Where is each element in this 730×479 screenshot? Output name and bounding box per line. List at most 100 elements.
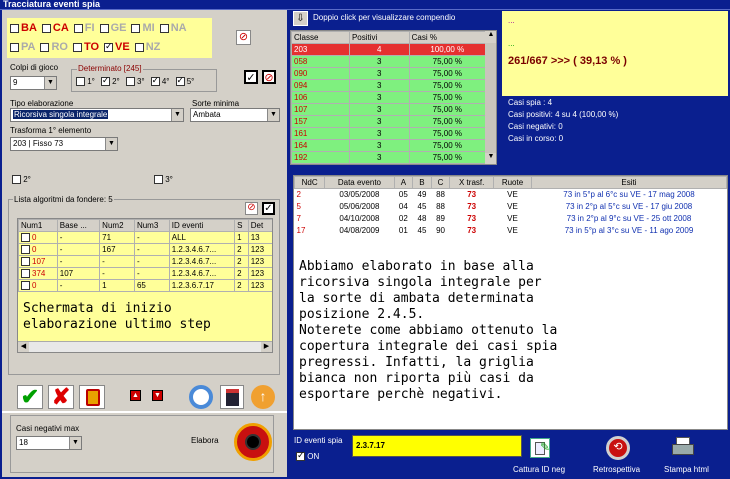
eventi-header[interactable]: Ruote — [493, 176, 532, 189]
retrospettiva-label[interactable]: Retrospettiva — [593, 465, 640, 474]
table-row[interactable]: 0 - 1 65 1.2.3.6.7.17 2 123 — [18, 279, 272, 292]
position-2[interactable]: 2° — [100, 75, 120, 87]
stampa-label[interactable]: Stampa html — [664, 465, 709, 474]
table-row[interactable]: 0 - 71 - ALL 1 13 — [18, 231, 272, 244]
position-checkbox[interactable] — [125, 77, 135, 87]
table-row[interactable]: 161 3 75,00 % — [291, 127, 487, 140]
ruota-checkbox[interactable] — [159, 24, 169, 34]
scroll-left-icon[interactable]: ◀ — [18, 342, 29, 352]
row-checkbox[interactable] — [21, 233, 30, 243]
ruota-ba[interactable]: BA — [10, 22, 37, 34]
table-row[interactable]: 058 3 75,00 % — [291, 55, 487, 68]
move-down-icon[interactable]: ▼ — [152, 390, 163, 401]
alg-header[interactable]: Num3 — [133, 219, 170, 232]
bin-icon[interactable] — [79, 385, 105, 409]
table-row[interactable]: 094 3 75,00 % — [291, 79, 487, 92]
alg-header[interactable]: S — [234, 219, 249, 232]
clear-ruote-icon[interactable]: ⊘ — [236, 30, 251, 45]
position-checkbox[interactable] — [100, 75, 110, 87]
table-row[interactable]: 17 04/08/2009 01 45 90 73 VE 73 in 5°p al 3°c s… — [295, 225, 727, 237]
table-row[interactable]: 107 3 75,00 % — [291, 103, 487, 116]
ruota-ro[interactable]: RO — [40, 41, 68, 53]
classe-header[interactable]: Classe — [291, 31, 350, 44]
ruota-checkbox[interactable] — [72, 43, 82, 53]
table-row[interactable]: 374 107 - - 1.2.3.4.6.7... 2 123 — [18, 267, 272, 280]
check-list-icon[interactable]: ✓ — [262, 202, 275, 215]
refresh-icon[interactable] — [189, 385, 213, 409]
ruota-checkbox[interactable] — [99, 24, 109, 34]
table-row[interactable]: 203 4 100,00 % — [291, 43, 487, 56]
ruota-ve[interactable]: VE — [104, 41, 130, 53]
tipo-select[interactable]: Ricorsiva singola integrale ▼ — [10, 108, 184, 122]
ruota-fi[interactable]: FI — [73, 22, 95, 34]
table-row[interactable]: 106 3 75,00 % — [291, 91, 487, 104]
id-eventi-input[interactable]: 2.3.7.17 — [352, 435, 522, 457]
eventi-header[interactable]: B — [412, 176, 432, 189]
eventi-header[interactable]: Data evento — [324, 176, 395, 189]
table-row[interactable]: 7 04/10/2008 02 48 89 73 VE 73 in 2°p al 9°c su… — [295, 213, 727, 225]
ruota-ge[interactable]: GE — [99, 22, 126, 34]
cattura-label[interactable]: Cattura ID neg — [513, 465, 565, 474]
scroll-down-icon[interactable]: ▼ — [485, 153, 496, 164]
position-checkbox[interactable] — [76, 77, 85, 87]
ruota-na[interactable]: NA — [159, 22, 187, 34]
ruota-checkbox[interactable] — [40, 43, 50, 53]
table-row[interactable]: 192 3 75,00 % — [291, 151, 487, 164]
eventi-header[interactable]: NdC — [294, 176, 326, 189]
table-row[interactable]: 5 05/06/2008 04 45 88 73 VE 73 in 2°p al 5°c su… — [295, 201, 727, 213]
chk-2[interactable]: 2° — [12, 175, 31, 185]
position-4[interactable]: 4° — [150, 75, 170, 87]
classe-scrollbar[interactable]: ▲ ▼ — [485, 31, 496, 164]
trasforma-select[interactable]: 203 | Fisso 73 ▼ — [10, 137, 118, 151]
classe-header[interactable]: Casi % — [408, 31, 487, 44]
colpi-select[interactable]: 9 ▼ — [10, 76, 57, 90]
eventi-header[interactable]: C — [430, 176, 451, 189]
alg-header[interactable]: Det — [247, 219, 272, 232]
elabora-button[interactable] — [234, 423, 272, 461]
ruota-checkbox[interactable] — [134, 43, 144, 53]
row-checkbox[interactable] — [21, 257, 30, 267]
ruota-checkbox[interactable] — [10, 24, 19, 34]
eventi-header[interactable]: X trasf. — [449, 176, 495, 189]
printer-icon[interactable] — [672, 437, 694, 457]
table-row[interactable]: 2 03/05/2008 05 49 88 73 VE 73 in 5°p al 6°c su… — [295, 189, 727, 201]
on-checkbox[interactable]: ON — [296, 450, 319, 462]
scroll-up-icon[interactable]: ▲ — [485, 31, 496, 43]
table-row[interactable]: 090 3 75,00 % — [291, 67, 487, 80]
row-checkbox[interactable] — [21, 245, 30, 255]
ruota-mi[interactable]: MI — [131, 22, 155, 34]
position-checkbox[interactable] — [150, 75, 160, 87]
ruota-to[interactable]: TO — [72, 41, 99, 53]
position-1[interactable]: 1° — [76, 77, 95, 87]
ruota-checkbox[interactable] — [73, 24, 83, 34]
check-all-icon[interactable]: ✓ — [244, 70, 258, 84]
row-checkbox[interactable] — [21, 281, 30, 291]
table-row[interactable]: 107 - - - 1.2.3.4.6.7... 2 123 — [18, 255, 272, 268]
table-row[interactable]: 0 - 167 - 1.2.3.4.6.7... 2 123 — [18, 243, 272, 256]
ruota-checkbox[interactable] — [41, 24, 51, 34]
alg-header[interactable]: Num1 — [18, 219, 58, 232]
ruota-ca[interactable]: CA — [41, 22, 69, 34]
eventi-header[interactable]: Esiti — [530, 176, 727, 189]
move-up-icon[interactable]: ▲ — [130, 390, 141, 401]
alg-header[interactable]: ID eventi — [168, 219, 236, 232]
chk-3[interactable]: 3° — [154, 175, 173, 185]
retrospettiva-icon[interactable]: ⟲ — [606, 436, 630, 460]
delete-icon[interactable]: ✘ — [48, 385, 74, 409]
ruota-nz[interactable]: NZ — [134, 41, 160, 53]
export-icon[interactable]: ⇩ — [293, 11, 308, 26]
position-3[interactable]: 3° — [125, 77, 145, 87]
alg-scrollbar[interactable]: ◀ ▶ — [18, 341, 272, 352]
position-checkbox[interactable] — [175, 75, 185, 87]
casi-neg-select[interactable]: 18 ▼ — [16, 436, 82, 450]
confirm-icon[interactable]: ✔ — [17, 385, 43, 409]
scroll-right-icon[interactable]: ▶ — [261, 342, 272, 352]
table-row[interactable]: 164 3 75,00 % — [291, 139, 487, 152]
cattura-icon[interactable]: ✎ — [530, 438, 550, 458]
row-checkbox[interactable] — [21, 269, 30, 279]
ruota-checkbox[interactable] — [131, 24, 141, 34]
position-5[interactable]: 5° — [175, 75, 194, 87]
ruota-checkbox[interactable] — [104, 41, 114, 53]
uncheck-all-icon[interactable]: ⊘ — [262, 70, 276, 84]
classe-header[interactable]: Positivi — [348, 31, 410, 44]
